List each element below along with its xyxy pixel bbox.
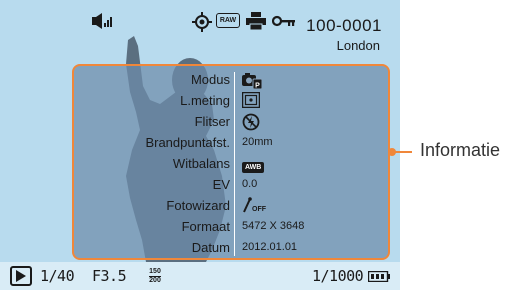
info-row-flash: Flitser [74, 112, 392, 132]
camera-screen: RAW 100-0001 London Modus P L.meting Fli… [0, 0, 400, 290]
battery-icon [368, 271, 390, 282]
file-number: 100-0001 [306, 16, 382, 35]
info-label: Datum [191, 240, 230, 255]
iso-top-label: 150 [149, 267, 161, 277]
iso-icon: 150 200 [146, 266, 164, 286]
gps-target-icon [192, 12, 212, 32]
info-row-focal-length: Brandpuntafst. 20mm [74, 133, 392, 153]
speaker-volume-icon [92, 12, 114, 30]
info-row-white-balance: Witbalans AWB [74, 154, 392, 174]
info-label: Brandpuntafst. [145, 135, 230, 150]
info-label: Witbalans [172, 156, 230, 171]
info-row-metering: L.meting [74, 91, 392, 111]
info-row-size: Formaat 5472 X 3648 [74, 217, 392, 237]
svg-text:P: P [255, 83, 260, 90]
info-row-photo-wizard: Fotowizard OFF [74, 196, 392, 216]
aperture-value: F3.5 [92, 267, 127, 285]
awb-icon: AWB [242, 156, 265, 174]
shutter-speed: 1/40 [40, 267, 75, 285]
information-panel: Modus P L.meting Flitser Brandpuntafst. … [72, 64, 390, 260]
raw-format-icon: RAW [216, 13, 240, 28]
play-icon[interactable] [10, 266, 32, 286]
metering-icon [241, 91, 261, 113]
printer-icon [246, 12, 266, 30]
image-counter: 1/1000 [312, 267, 364, 285]
info-label: L.meting [180, 93, 230, 108]
iso-value-label: 200 [149, 276, 161, 284]
bottom-status-bar: 1/40 F3.5 150 200 1/1000 [0, 262, 400, 290]
location-label: London [336, 38, 380, 53]
info-label: Formaat [181, 219, 230, 234]
info-row-mode: Modus P [74, 70, 392, 90]
info-value: 20mm [242, 136, 273, 148]
info-row-date: Datum 2012.01.01 [74, 238, 392, 258]
info-label: Modus [190, 72, 230, 87]
info-label: Flitser [194, 114, 230, 129]
info-value: 2012.01.01 [242, 241, 298, 253]
top-status-bar: RAW 100-0001 London [0, 0, 400, 60]
photo-wizard-off-icon: OFF [242, 197, 266, 213]
key-protect-icon [272, 14, 296, 28]
callout-dot [388, 148, 396, 156]
info-value: 5472 X 3648 [242, 220, 305, 232]
info-row-ev: EV 0.0 [74, 175, 392, 195]
info-value: 0.0 [242, 178, 258, 190]
info-label: EV [212, 177, 230, 192]
info-label: Fotowizard [166, 198, 230, 213]
callout-label: Informatie [420, 140, 501, 160]
